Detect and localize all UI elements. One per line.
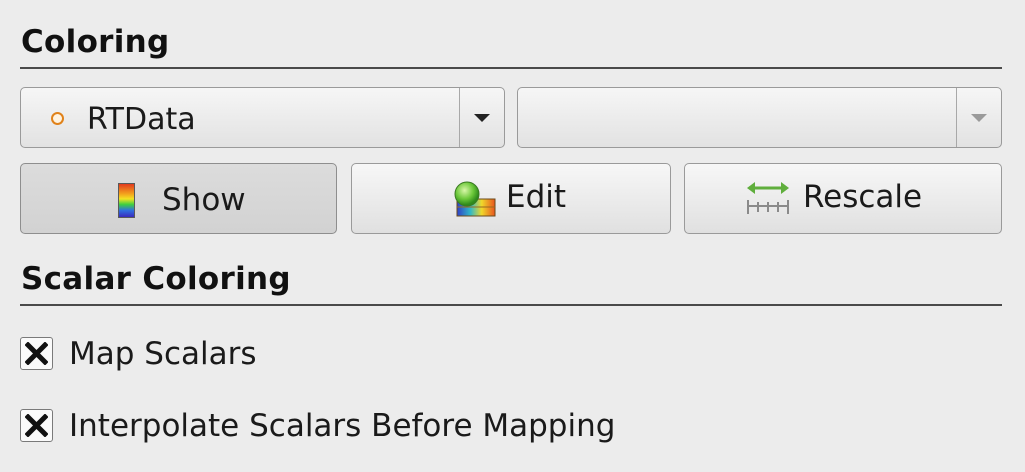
chevron-down-icon (474, 114, 490, 122)
rescale-range-icon (747, 182, 789, 214)
section-divider (20, 304, 1002, 306)
edit-colormap-button[interactable]: Edit (351, 163, 671, 234)
map-scalars-label[interactable]: Map Scalars (69, 336, 257, 372)
color-legend-icon (118, 183, 135, 218)
rescale-range-button[interactable]: Rescale (684, 163, 1002, 234)
coloring-properties-panel: Coloring RTData Show Edit Rescale Scalar… (0, 0, 1025, 472)
color-component-combobox[interactable] (517, 87, 1002, 148)
section-divider (20, 67, 1002, 69)
interpolate-scalars-checkbox[interactable] (20, 409, 53, 442)
show-color-legend-button[interactable]: Show (20, 163, 337, 234)
edit-button-label: Edit (506, 179, 567, 215)
color-array-value: RTData (87, 102, 196, 137)
chevron-down-icon (971, 114, 987, 122)
combobox-dropdown-button[interactable] (459, 88, 504, 147)
checkmark-icon (25, 414, 48, 437)
checkmark-icon (25, 342, 48, 365)
color-array-combobox[interactable]: RTData (20, 87, 505, 148)
map-scalars-checkbox[interactable] (20, 337, 53, 370)
show-button-label: Show (162, 182, 246, 218)
section-title-coloring: Coloring (21, 24, 170, 60)
interpolate-scalars-label[interactable]: Interpolate Scalars Before Mapping (69, 408, 615, 444)
combobox-dropdown-button[interactable] (956, 88, 1001, 147)
section-title-scalar-coloring: Scalar Coloring (21, 261, 291, 297)
point-data-icon (51, 112, 64, 125)
rescale-button-label: Rescale (803, 179, 923, 215)
edit-colormap-icon (454, 181, 496, 217)
